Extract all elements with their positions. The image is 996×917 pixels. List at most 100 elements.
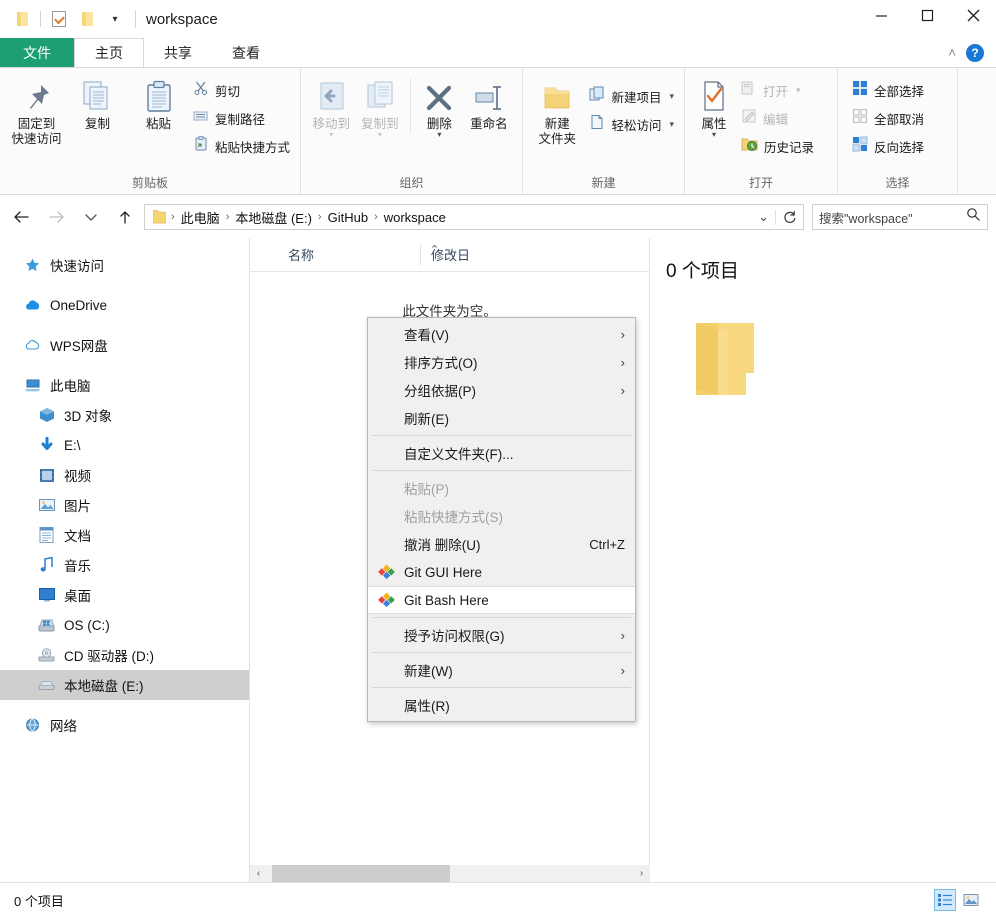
select-none-button[interactable]: 全部取消 [848,104,928,132]
context-menu-item-new[interactable]: 新建(W) › [368,656,635,684]
easy-access-button[interactable]: 轻松访问 ▾ [585,110,678,138]
close-button[interactable] [950,0,996,30]
breadcrumb-this-pc[interactable]: 此电脑 [176,208,225,227]
refresh-icon[interactable] [775,209,797,225]
context-menu-item-sort-by[interactable]: 排序方式(O) › [368,348,635,376]
copy-button[interactable]: 复制 [67,74,128,132]
paste-button[interactable]: 粘贴 [128,74,189,132]
breadcrumb-local-disk-e[interactable]: 本地磁盘 (E:) [230,208,317,227]
select-all-button[interactable]: 全部选择 [848,76,928,104]
sidebar-item-os-c[interactable]: OS (C:) [0,610,249,640]
chevron-down-icon[interactable]: ▾ [101,5,129,33]
sidebar-item-onedrive[interactable]: OneDrive [0,290,249,320]
context-menu-item-git-gui-here[interactable]: Git GUI Here [368,558,635,586]
history-button[interactable]: 历史记录 [737,132,818,160]
sidebar-item-3d-objects[interactable]: 3D 对象 [0,400,249,430]
ribbon-group-organize: 移动到 ▾ 复制到 ▾ 删除 ▾ 重命名 组织 [300,68,522,194]
column-header-date-modified[interactable]: 修改日 [421,245,470,264]
move-to-caret[interactable]: ▾ [329,131,333,139]
sidebar-item-wps-cloud[interactable]: WPS网盘 [0,330,249,360]
title-bar: ▾ workspace [0,0,996,38]
edit-button[interactable]: 编辑 [737,104,818,132]
sidebar-item-cd-drive-d[interactable]: CD 驱动器 (D:) [0,640,249,670]
cut-button[interactable]: 剪切 [189,76,294,104]
breadcrumb-github[interactable]: GitHub [323,210,373,225]
ribbon-filler [957,68,996,194]
sidebar-item-local-disk-e[interactable]: 本地磁盘 (E:) [0,670,249,700]
maximize-button[interactable] [904,0,950,30]
onedrive-cloud-icon [24,297,41,314]
breadcrumb-workspace[interactable]: workspace [379,210,451,225]
search-box[interactable]: 搜索"workspace" [812,204,988,230]
context-menu-item-git-bash-here[interactable]: Git Bash Here [368,586,635,614]
new-folder-qat-icon[interactable] [73,5,101,33]
open-button[interactable]: 打开 ▾ [737,76,818,104]
new-item-caret[interactable]: ▾ [669,91,674,102]
new-folder-button[interactable]: 新建 文件夹 [529,74,585,147]
sidebar-item-network[interactable]: 网络 [0,710,249,740]
ribbon-right-controls: ˄ ? [948,38,996,67]
forward-arrow-icon[interactable] [44,204,70,230]
sidebar-item-videos[interactable]: 视频 [0,460,249,490]
submenu-chevron-icon: › [620,326,625,342]
properties-caret[interactable]: ▾ [712,131,716,139]
search-input[interactable]: 搜索"workspace" [819,208,966,227]
sidebar-item-quick-access[interactable]: 快速访问 [0,250,249,280]
copy-to-button[interactable]: 复制到 ▾ [356,74,405,139]
collapse-ribbon-icon[interactable]: ˄ [948,45,956,60]
context-menu-item-customize-folder[interactable]: 自定义文件夹(F)... [368,439,635,467]
easy-access-caret[interactable]: ▾ [669,119,674,130]
context-menu[interactable]: 查看(V) › 排序方式(O) › 分组依据(P) › 刷新(E) 自定义文件夹… [367,317,636,722]
pin-to-quick-access-button[interactable]: 固定到 快速访问 [6,74,67,147]
paste-shortcut-button[interactable]: 粘贴快捷方式 [189,132,294,160]
context-menu-item-give-access-to[interactable]: 授予访问权限(G) › [368,621,635,649]
context-menu-item-undo-delete[interactable]: 撤消 删除(U) Ctrl+Z [368,530,635,558]
sidebar-item-this-pc[interactable]: 此电脑 [0,370,249,400]
downloads-icon [38,437,55,454]
edit-label: 编辑 [763,112,789,127]
rename-button[interactable]: 重命名 [462,74,516,132]
scroll-left-arrow[interactable]: ‹ [250,865,267,882]
organize-divider [410,78,412,134]
context-menu-item-group-by[interactable]: 分组依据(P) › [368,376,635,404]
copy-path-button[interactable]: 复制路径 [189,104,294,132]
sidebar-item-pictures[interactable]: 图片 [0,490,249,520]
sidebar-item-documents[interactable]: 文档 [0,520,249,550]
scroll-right-arrow[interactable]: › [633,865,650,882]
up-arrow-icon[interactable] [112,204,138,230]
properties-check-icon[interactable] [45,5,73,33]
tab-file[interactable]: 文件 [0,38,74,67]
context-menu-item-properties[interactable]: 属性(R) [368,691,635,719]
search-icon[interactable] [966,207,981,227]
folder-icon[interactable] [8,5,36,33]
tab-share[interactable]: 共享 [144,38,212,67]
delete-caret[interactable]: ▾ [437,131,441,139]
address-dropdown-caret[interactable]: ⌄ [758,210,769,223]
scrollbar-track[interactable] [267,865,633,882]
column-header-name[interactable]: 名称 ⌃ [250,244,439,264]
new-item-button[interactable]: 新建项目 ▾ [585,82,678,110]
invert-selection-button[interactable]: 反向选择 [848,132,928,160]
move-to-button[interactable]: 移动到 ▾ [307,74,356,139]
details-view-button[interactable] [934,889,956,911]
tab-home[interactable]: 主页 [74,38,144,67]
sidebar-item-e-drive[interactable]: E:\ [0,430,249,460]
help-button[interactable]: ? [966,43,984,62]
address-bar[interactable]: › 此电脑 › 本地磁盘 (E:) › GitHub › workspace ⌄ [144,204,804,230]
context-menu-item-view[interactable]: 查看(V) › [368,320,635,348]
open-caret[interactable]: ▾ [796,85,801,96]
context-menu-item-refresh[interactable]: 刷新(E) [368,404,635,432]
delete-button[interactable]: 删除 ▾ [417,74,462,139]
copy-to-caret[interactable]: ▾ [378,131,382,139]
minimize-button[interactable] [858,0,904,30]
large-icons-view-button[interactable] [960,889,982,911]
properties-button[interactable]: 属性 ▾ [691,74,737,139]
sidebar-item-music[interactable]: 音乐 [0,550,249,580]
tab-view[interactable]: 查看 [212,38,280,67]
recent-locations-icon[interactable] [78,204,104,230]
horizontal-scrollbar[interactable]: ‹ › [250,865,650,882]
sidebar-label-videos: 视频 [64,469,91,484]
back-arrow-icon[interactable] [8,204,34,230]
scrollbar-thumb[interactable] [272,865,450,882]
sidebar-item-desktop[interactable]: 桌面 [0,580,249,610]
